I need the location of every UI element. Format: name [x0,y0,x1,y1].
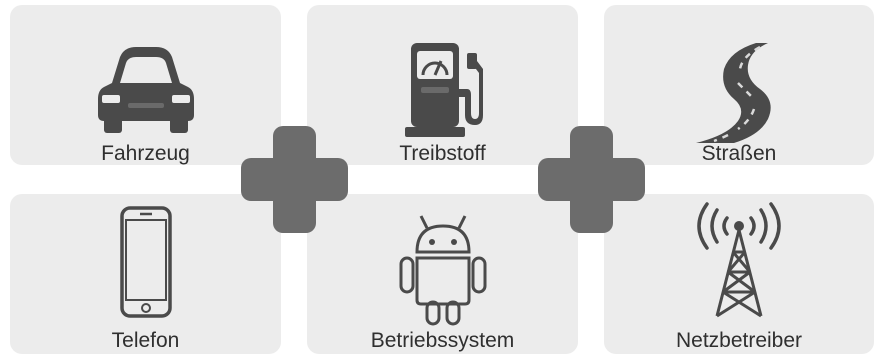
road-icon [696,43,771,143]
tile-label: Netzbetreiber [675,329,803,352]
android-icon [399,215,486,326]
fuel-pump-icon [404,43,483,137]
cell-tower-icon [697,202,781,318]
plus-icon [538,126,645,233]
tile-label: Betriebssystem [370,329,515,352]
plus-icon [241,126,348,233]
tile-label: Telefon [111,329,180,352]
car-icon [97,47,194,133]
smartphone-icon [119,206,172,318]
components-grid: Fahrzeug Treibstoff Straßen Telefon Betr… [0,0,874,354]
